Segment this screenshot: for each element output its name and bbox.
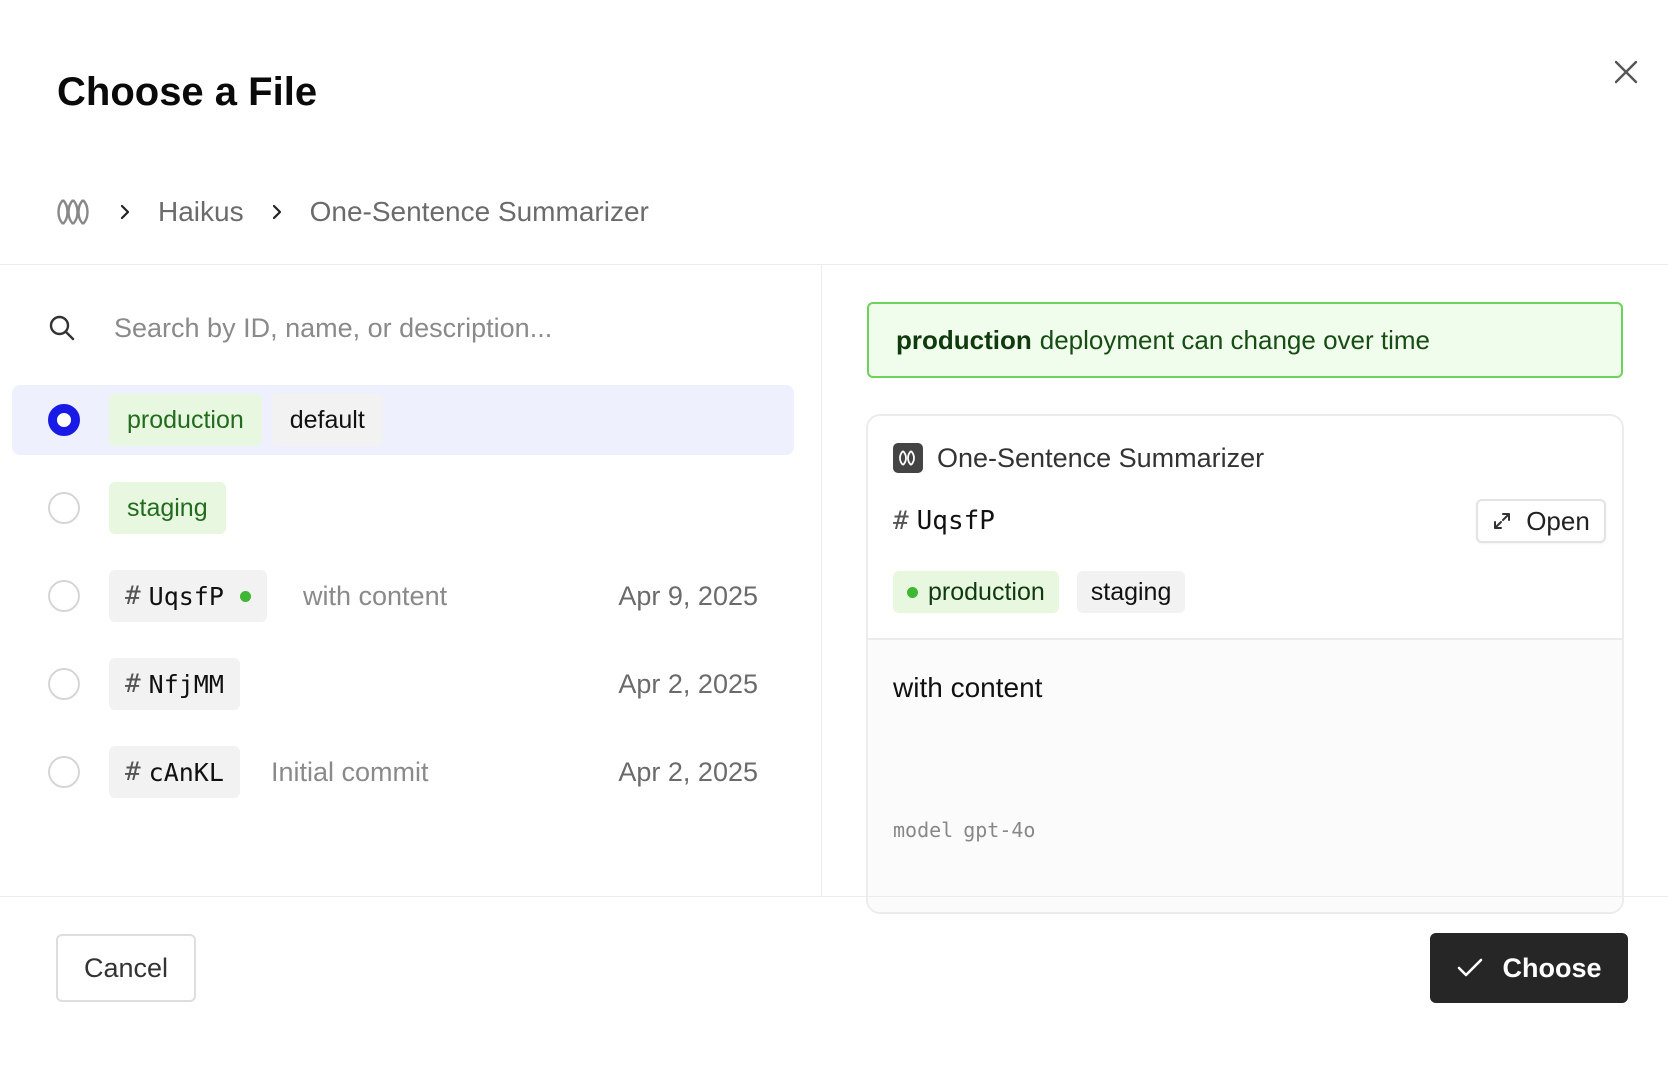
version-id-badge: # NfjMM: [109, 658, 240, 710]
preview-body: with content model gpt-4o: [868, 638, 1622, 912]
cancel-button[interactable]: Cancel: [56, 934, 196, 1002]
radio-button[interactable]: [48, 668, 80, 700]
close-button[interactable]: [1606, 52, 1646, 92]
version-date: Apr 2, 2025: [618, 668, 758, 699]
close-icon: [1614, 60, 1638, 84]
choose-button-label: Choose: [1502, 952, 1602, 983]
version-list: production default staging # UqsfP with …: [12, 385, 794, 825]
chevron-right-icon: [270, 203, 284, 221]
deployment-notice: production deployment can change over ti…: [867, 302, 1623, 378]
live-status-dot: [239, 590, 251, 602]
hash-icon: #: [893, 506, 909, 536]
list-item[interactable]: production default: [12, 385, 794, 455]
preview-file-name: One-Sentence Summarizer: [937, 442, 1265, 473]
chevron-right-icon: [118, 203, 132, 221]
version-id-badge: # cAnKL: [109, 746, 240, 798]
tag-staging: staging: [1076, 571, 1186, 613]
version-id: cAnKL: [148, 757, 224, 787]
hash-icon: #: [125, 757, 141, 787]
header-divider: [0, 264, 1668, 265]
version-date: Apr 2, 2025: [618, 756, 758, 787]
radio-button[interactable]: [48, 404, 80, 436]
breadcrumb-item-haikus[interactable]: Haikus: [158, 196, 244, 228]
version-description: Initial commit: [271, 756, 429, 787]
preview-content: with content: [893, 672, 1043, 703]
model-label: model: [893, 818, 954, 842]
radio-button[interactable]: [48, 756, 80, 788]
radio-button[interactable]: [48, 580, 80, 612]
live-status-dot: [907, 586, 918, 598]
version-id-badge: # UqsfP: [109, 570, 267, 622]
footer-divider: [0, 896, 1668, 897]
preview-title: One-Sentence Summarizer: [893, 440, 1264, 476]
radio-button[interactable]: [48, 492, 80, 524]
search-icon: [49, 315, 75, 341]
version-description: with content: [303, 580, 448, 611]
model-info: model gpt-4o: [893, 818, 1035, 842]
version-id: UqsfP: [148, 581, 224, 611]
tag-label: production: [928, 577, 1045, 606]
list-item[interactable]: staging: [12, 473, 794, 543]
search-input[interactable]: [112, 311, 756, 345]
expand-icon: [1492, 511, 1512, 531]
version-date: Apr 9, 2025: [618, 580, 758, 611]
check-icon: [1456, 957, 1484, 979]
preview-version-id: # UqsfP: [893, 506, 995, 536]
list-item[interactable]: # NfjMM Apr 2, 2025: [12, 649, 794, 719]
search-bar: [48, 306, 788, 350]
list-item[interactable]: # cAnKL Initial commit Apr 2, 2025: [12, 737, 794, 807]
open-button[interactable]: Open: [1476, 499, 1606, 543]
breadcrumb: Haikus One-Sentence Summarizer: [54, 190, 649, 234]
workspace-logo-icon[interactable]: [54, 196, 92, 228]
hash-icon: #: [125, 669, 141, 699]
tag-production: production: [893, 571, 1059, 613]
tag-default: default: [271, 394, 383, 446]
tag-production: production: [109, 394, 262, 446]
preview-id-value: UqsfP: [916, 506, 995, 536]
breadcrumb-item-file[interactable]: One-Sentence Summarizer: [310, 196, 649, 228]
open-button-label: Open: [1526, 505, 1590, 536]
notice-message: deployment can change over time: [1039, 324, 1430, 355]
choose-button[interactable]: Choose: [1430, 933, 1628, 1003]
list-item[interactable]: # UqsfP with content Apr 9, 2025: [12, 561, 794, 631]
model-value: gpt-4o: [963, 818, 1036, 842]
file-preview-card: One-Sentence Summarizer # UqsfP Open pro…: [866, 414, 1624, 914]
tag-staging: staging: [109, 482, 226, 534]
dialog-title: Choose a File: [57, 70, 318, 114]
file-type-icon: [893, 443, 923, 473]
hash-icon: #: [125, 581, 141, 611]
notice-env: production: [896, 324, 1032, 355]
panel-divider: [821, 265, 822, 897]
version-id: NfjMM: [148, 669, 224, 699]
